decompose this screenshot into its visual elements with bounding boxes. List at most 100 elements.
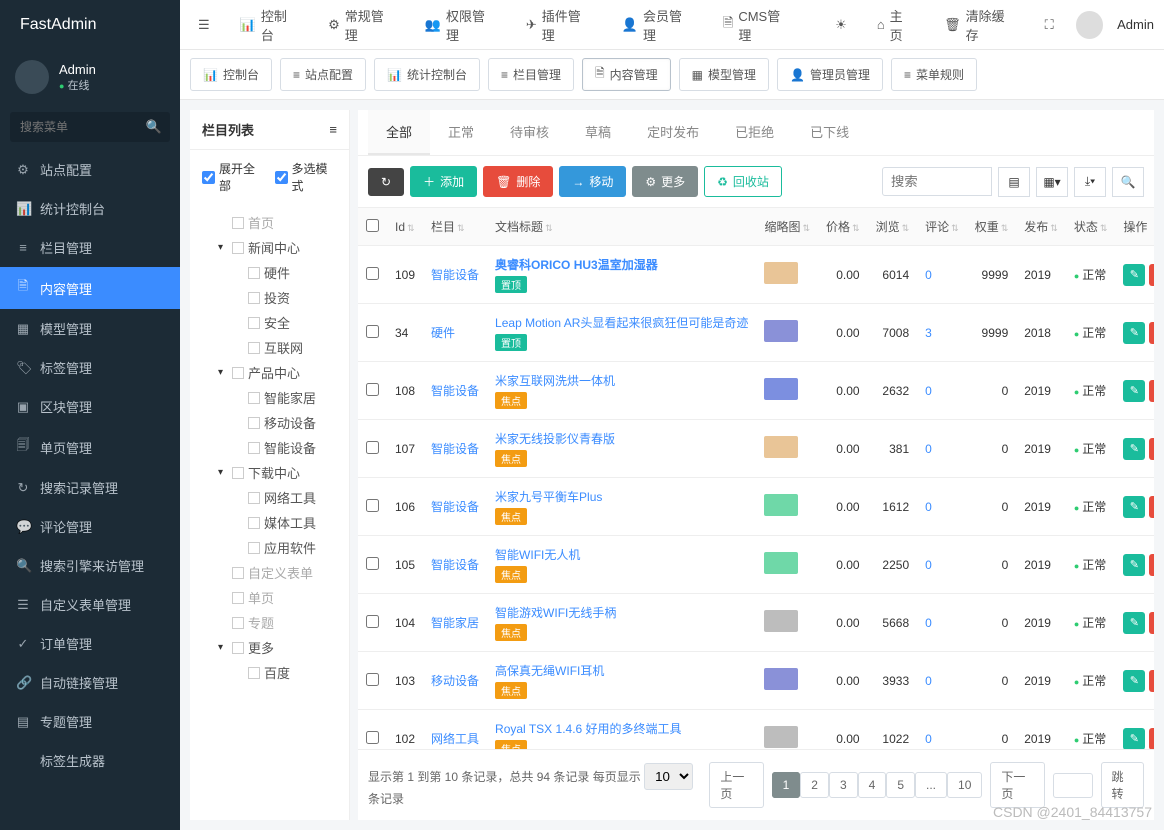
- edit-button[interactable]: ✎: [1123, 728, 1145, 750]
- page-1[interactable]: 1: [772, 772, 801, 798]
- tab-7[interactable]: ≡菜单规则: [891, 58, 977, 91]
- cell-comments[interactable]: 0: [925, 732, 932, 746]
- tab-5[interactable]: ▦模型管理: [679, 58, 769, 91]
- thumb[interactable]: [764, 262, 798, 284]
- expand-all-check[interactable]: 展开全部: [202, 160, 265, 194]
- sidebar-item-13[interactable]: 🔗自动链接管理: [0, 663, 180, 702]
- cell-cat[interactable]: 智能设备: [431, 384, 479, 398]
- cell-comments[interactable]: 0: [925, 500, 932, 514]
- topnav-item-5[interactable]: 👤会员管理: [614, 6, 701, 44]
- next-page-button[interactable]: 下一页: [990, 762, 1044, 808]
- row-check[interactable]: [366, 383, 379, 396]
- row-delete-button[interactable]: 🗑: [1149, 322, 1154, 344]
- tree-node[interactable]: 网络工具: [234, 485, 337, 510]
- edit-button[interactable]: ✎: [1123, 670, 1145, 692]
- tree-node[interactable]: ▾新闻中心: [218, 235, 337, 260]
- edit-button[interactable]: ✎: [1123, 612, 1145, 634]
- topnav-item-4[interactable]: ✈插件管理: [518, 6, 600, 44]
- tab-6[interactable]: 👤管理员管理: [777, 58, 883, 91]
- sidebar-item-9[interactable]: 💬评论管理: [0, 507, 180, 546]
- tab-4[interactable]: 🗎内容管理: [582, 58, 671, 91]
- topnav-item-2[interactable]: ⚙常规管理: [320, 6, 403, 44]
- delete-button[interactable]: 🗑 删除: [483, 166, 553, 197]
- check-all[interactable]: [366, 219, 379, 232]
- sidebar-item-8[interactable]: ↻搜索记录管理: [0, 468, 180, 507]
- cell-cat[interactable]: 硬件: [431, 326, 455, 340]
- row-check[interactable]: [366, 615, 379, 628]
- status-tab-3[interactable]: 草稿: [567, 110, 629, 155]
- edit-button[interactable]: ✎: [1123, 264, 1145, 286]
- thumb[interactable]: [764, 726, 798, 748]
- col-3[interactable]: 文档标题⇅: [487, 208, 756, 246]
- row-check[interactable]: [366, 441, 379, 454]
- cell-cat[interactable]: 智能设备: [431, 558, 479, 572]
- tree-node[interactable]: 智能设备: [234, 435, 337, 460]
- thumb[interactable]: [764, 320, 798, 342]
- thumb[interactable]: [764, 552, 798, 574]
- search-icon[interactable]: 🔍: [146, 119, 162, 135]
- row-check[interactable]: [366, 267, 379, 280]
- topnav-item-6[interactable]: 🗎CMS管理: [715, 6, 799, 44]
- tree-node[interactable]: ▾产品中心: [218, 360, 337, 385]
- row-delete-button[interactable]: 🗑: [1149, 670, 1154, 692]
- add-button[interactable]: ＋ 添加: [410, 166, 477, 197]
- col-11[interactable]: 操作: [1115, 208, 1154, 246]
- sidebar-item-11[interactable]: ☰自定义表单管理: [0, 585, 180, 624]
- page-3[interactable]: 3: [829, 772, 858, 798]
- sidebar-item-0[interactable]: ⚙站点配置: [0, 150, 180, 189]
- cell-cat[interactable]: 移动设备: [431, 674, 479, 688]
- title-link[interactable]: 智能游戏WIFI无线手柄: [495, 604, 748, 621]
- tree-node[interactable]: 安全: [234, 310, 337, 335]
- table-search-input[interactable]: [882, 167, 992, 196]
- title-link[interactable]: Leap Motion AR头显看起来很疯狂但可能是奇迹: [495, 314, 748, 331]
- cat-menu-icon[interactable]: ≡: [329, 122, 337, 137]
- title-link[interactable]: 高保真无绳WIFI耳机: [495, 662, 748, 679]
- topnav-right-3[interactable]: ⛶: [1037, 17, 1062, 33]
- move-button[interactable]: → 移动: [559, 166, 626, 197]
- top-avatar[interactable]: [1076, 11, 1103, 39]
- title-link[interactable]: 米家九号平衡车Plus: [495, 488, 748, 505]
- tab-2[interactable]: 📊统计控制台: [374, 58, 480, 91]
- tree-node[interactable]: 互联网: [234, 335, 337, 360]
- col-1[interactable]: Id⇅: [387, 208, 423, 246]
- topnav-item-3[interactable]: 👥权限管理: [417, 6, 504, 44]
- status-tab-4[interactable]: 定时发布: [629, 110, 717, 155]
- topnav-right-1[interactable]: ⌂主页: [869, 6, 922, 44]
- title-link[interactable]: 米家无线投影仪青春版: [495, 430, 748, 447]
- cell-cat[interactable]: 智能设备: [431, 500, 479, 514]
- cell-comments[interactable]: 3: [925, 326, 932, 340]
- col-10[interactable]: 状态⇅: [1066, 208, 1116, 246]
- row-delete-button[interactable]: 🗑: [1149, 264, 1154, 286]
- col-2[interactable]: 栏目⇅: [423, 208, 487, 246]
- sidebar-item-3[interactable]: 🗎内容管理: [0, 267, 180, 309]
- sidebar-item-7[interactable]: 🗐单页管理: [0, 426, 180, 468]
- recycle-button[interactable]: ♻ 回收站: [704, 166, 782, 197]
- row-check[interactable]: [366, 325, 379, 338]
- refresh-button[interactable]: ↻: [368, 168, 404, 196]
- thumb[interactable]: [764, 610, 798, 632]
- page-...[interactable]: ...: [915, 772, 947, 798]
- sidebar-item-10[interactable]: 🔍搜索引擎来访管理: [0, 546, 180, 585]
- jump-button[interactable]: 跳转: [1101, 762, 1144, 808]
- tree-node[interactable]: 投资: [234, 285, 337, 310]
- thumb[interactable]: [764, 378, 798, 400]
- multi-mode-check[interactable]: 多选模式: [275, 160, 338, 194]
- row-delete-button[interactable]: 🗑: [1149, 554, 1154, 576]
- row-check[interactable]: [366, 499, 379, 512]
- page-10[interactable]: 10: [947, 772, 982, 798]
- tree-node[interactable]: 智能家居: [234, 385, 337, 410]
- tree-node[interactable]: ▾更多: [218, 635, 337, 660]
- title-link[interactable]: 智能WIFI无人机: [495, 546, 748, 563]
- cell-comments[interactable]: 0: [925, 674, 932, 688]
- title-link[interactable]: 米家互联网洗烘一体机: [495, 372, 748, 389]
- edit-button[interactable]: ✎: [1123, 322, 1145, 344]
- status-tab-0[interactable]: 全部: [368, 110, 430, 155]
- row-check[interactable]: [366, 673, 379, 686]
- tree-node[interactable]: ▾下载中心: [218, 460, 337, 485]
- tree-node[interactable]: 媒体工具: [234, 510, 337, 535]
- page-4[interactable]: 4: [858, 772, 887, 798]
- thumb[interactable]: [764, 494, 798, 516]
- row-check[interactable]: [366, 557, 379, 570]
- row-delete-button[interactable]: 🗑: [1149, 728, 1154, 750]
- edit-button[interactable]: ✎: [1123, 496, 1145, 518]
